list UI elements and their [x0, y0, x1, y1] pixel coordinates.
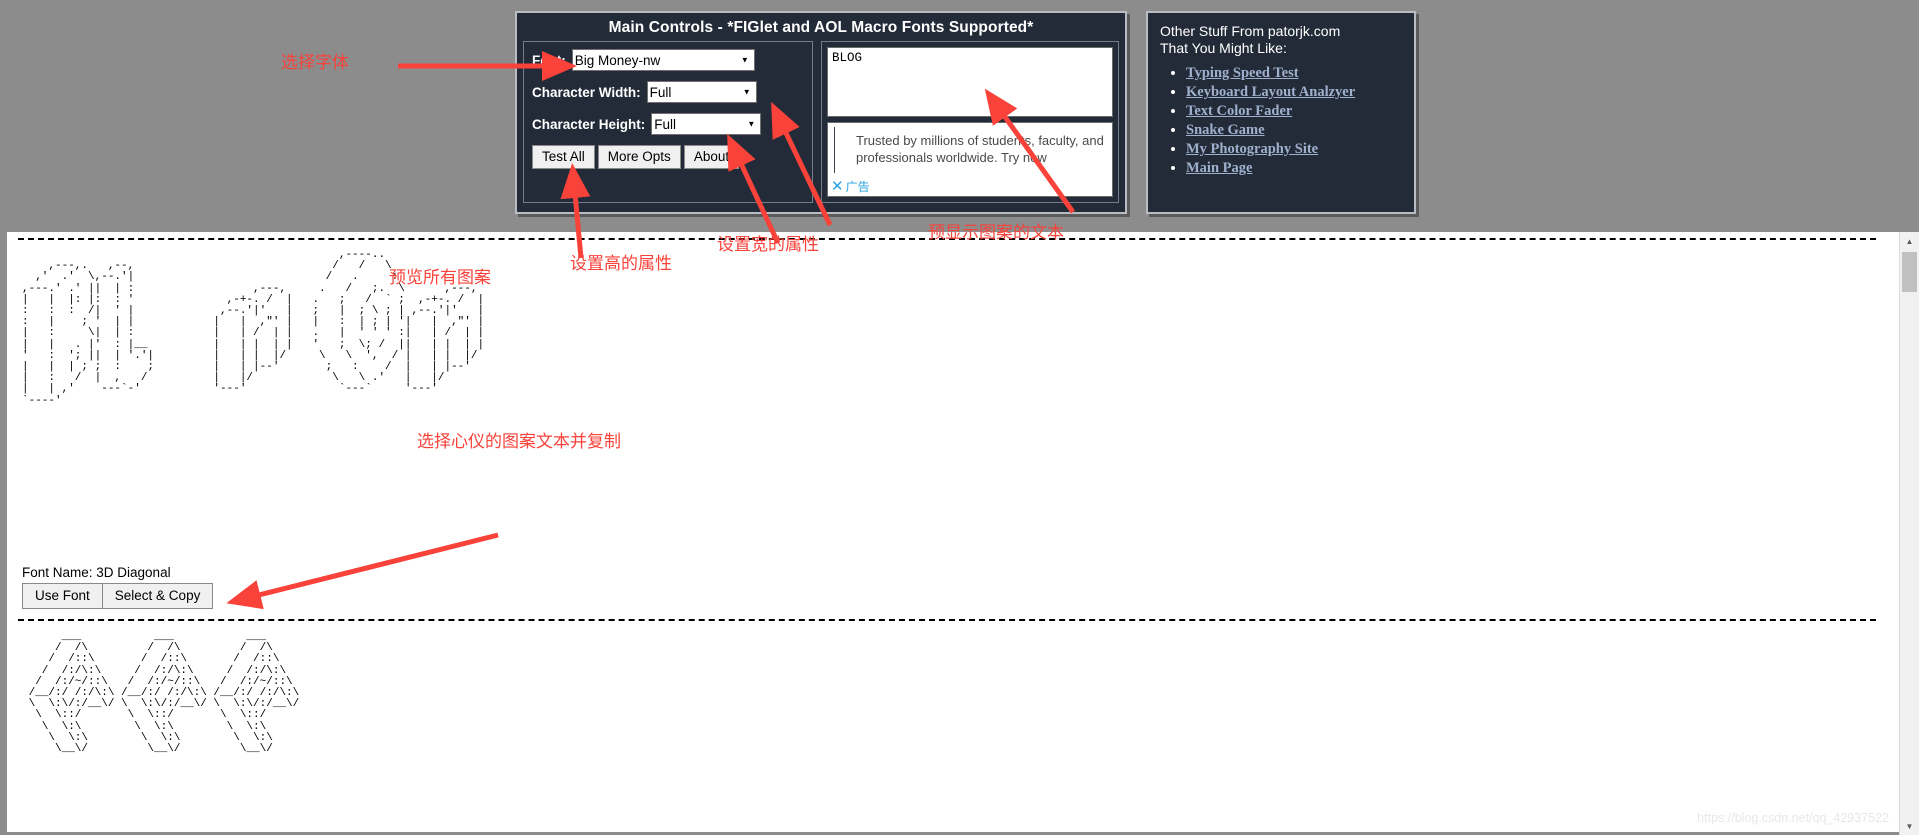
font-action-button-row: Use Font Select & Copy [22, 583, 214, 609]
annotation-select-copy: 选择心仪的图案文本并复制 [417, 432, 621, 452]
other-stuff-panel: Other Stuff From patorjk.com That You Mi… [1146, 11, 1416, 214]
list-item: Main Page [1186, 160, 1402, 177]
font-select[interactable]: Big Money-nw [571, 49, 755, 71]
watermark: https://blog.csdn.net/qq_42937522 [1697, 811, 1889, 825]
other-stuff-link-list: Typing Speed Test Keyboard Layout Analzy… [1160, 65, 1402, 177]
annotation-set-height: 设置高的属性 [570, 254, 672, 274]
character-width-label: Character Width: [532, 84, 641, 100]
list-item: Keyboard Layout Analzyer [1186, 84, 1402, 101]
ad-label: 广告 [845, 180, 870, 194]
scrollbar-thumb[interactable] [1902, 252, 1917, 292]
font-name-label: Font Name: 3D Diagonal [22, 565, 171, 580]
character-width-select[interactable]: Full [646, 81, 757, 103]
character-height-label: Character Height: [532, 116, 646, 132]
other-stuff-heading-line1: Other Stuff From patorjk.com [1160, 23, 1341, 39]
vertical-scrollbar[interactable]: ▲ ▼ [1899, 232, 1919, 835]
font-select-wrapper[interactable]: Big Money-nw [571, 49, 755, 71]
close-icon[interactable]: ✕ [831, 179, 844, 194]
link-typing-speed-test[interactable]: Typing Speed Test [1186, 65, 1299, 81]
link-keyboard-layout-analzyer[interactable]: Keyboard Layout Analzyer [1186, 84, 1355, 100]
more-opts-button[interactable]: More Opts [597, 145, 681, 169]
use-font-button[interactable]: Use Font [22, 583, 102, 609]
character-width-select-wrapper[interactable]: Full [646, 81, 757, 103]
link-main-page[interactable]: Main Page [1186, 160, 1252, 176]
character-height-select[interactable]: Full [651, 113, 762, 135]
character-height-row: Character Height: Full [532, 113, 804, 135]
ad-bottom-bar: ✕ 广告 [831, 178, 870, 195]
link-text-color-fader[interactable]: Text Color Fader [1186, 103, 1292, 119]
controls-left-pane: Font: Big Money-nw Character Width: Full… [523, 41, 813, 203]
annotation-preview-all: 预览所有图案 [389, 268, 491, 288]
select-and-copy-button[interactable]: Select & Copy [101, 583, 214, 609]
controls-button-row: Test All More Opts About [532, 145, 804, 169]
main-controls-title: Main Controls - *FIGlet and AOL Macro Fo… [608, 19, 1034, 36]
character-width-row: Character Width: Full [532, 81, 804, 103]
annotation-select-font: 选择字体 [281, 53, 349, 73]
about-button[interactable]: About [683, 145, 740, 169]
scroll-up-arrow-icon[interactable]: ▲ [1900, 232, 1919, 250]
ad-text: Trusted by millions of students, faculty… [856, 133, 1104, 165]
divider-bottom [18, 619, 1876, 621]
scroll-down-arrow-icon[interactable]: ▼ [1900, 817, 1919, 835]
other-stuff-heading-line2: That You Might Like: [1160, 40, 1287, 56]
advertisement-box[interactable]: Trusted by millions of students, faculty… [827, 122, 1113, 197]
ad-divider [834, 127, 835, 173]
preview-text-input[interactable]: BLOG [827, 47, 1113, 117]
list-item: Snake Game [1186, 122, 1402, 139]
list-item: My Photography Site [1186, 141, 1402, 158]
annotation-set-width: 设置宽的属性 [717, 235, 819, 255]
font-label: Font: [532, 52, 566, 68]
list-item: Text Color Fader [1186, 103, 1402, 120]
controls-right-pane: BLOG Trusted by millions of students, fa… [821, 41, 1119, 203]
other-stuff-heading: Other Stuff From patorjk.com That You Mi… [1160, 23, 1402, 57]
list-item: Typing Speed Test [1186, 65, 1402, 82]
link-snake-game[interactable]: Snake Game [1186, 122, 1265, 138]
test-all-button[interactable]: Test All [532, 145, 595, 169]
character-height-select-wrapper[interactable]: Full [651, 113, 762, 135]
ascii-art-second-font[interactable]: ___ ___ ___ / /\ / /\ / /\ / /::\ / /::\… [22, 631, 306, 755]
font-row: Font: Big Money-nw [532, 49, 804, 71]
annotation-preview-text: 预显示图案的文本 [928, 223, 1064, 243]
link-my-photography-site[interactable]: My Photography Site [1186, 141, 1318, 157]
main-controls-panel: Main Controls - *FIGlet and AOL Macro Fo… [515, 11, 1127, 214]
